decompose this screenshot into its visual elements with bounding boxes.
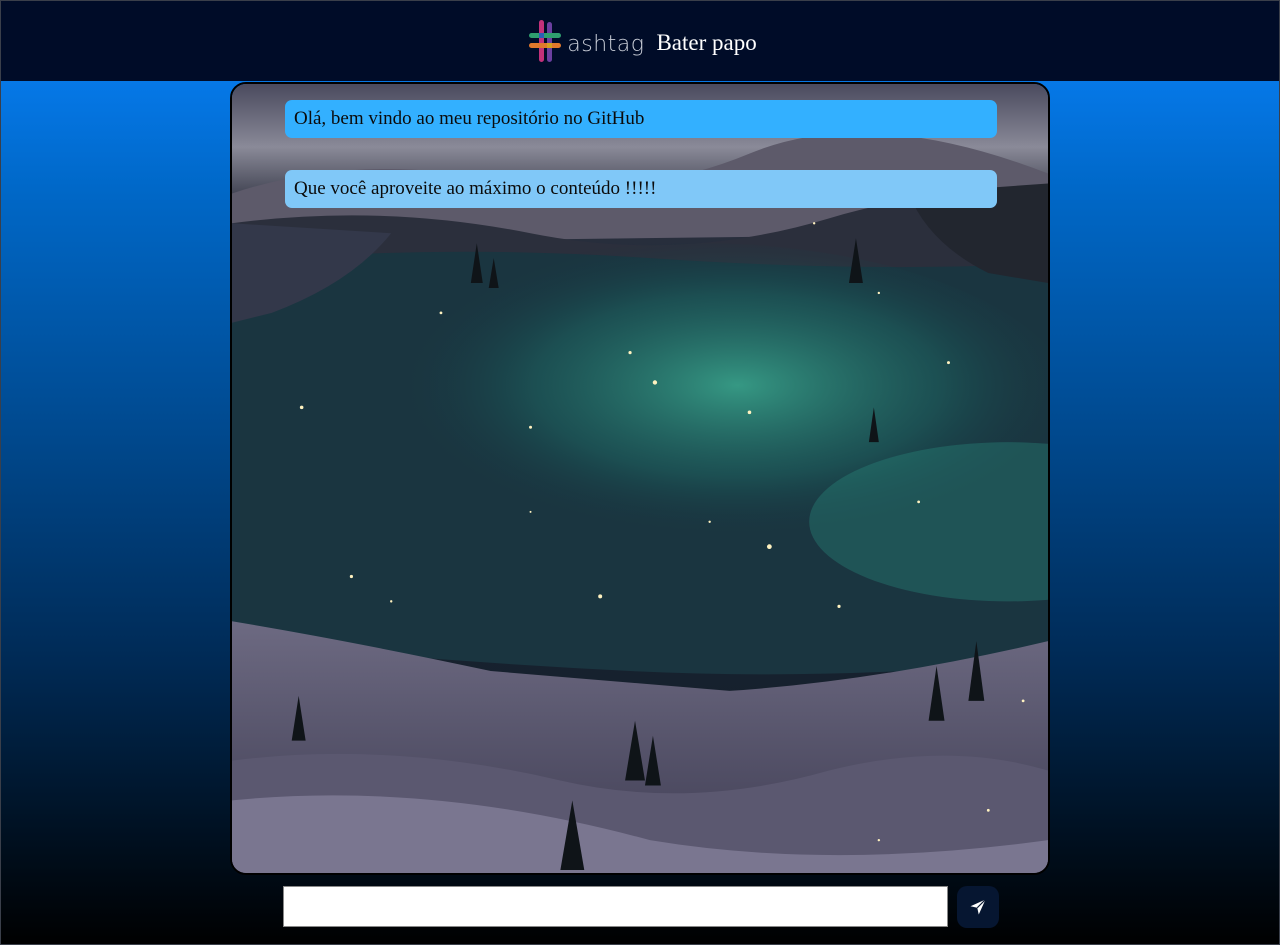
message-composer <box>283 886 999 928</box>
logo-wordmark: ashtag <box>567 31 645 57</box>
message-bubble: Que você aproveite ao máximo o conteúdo … <box>285 170 997 208</box>
header-bar: ashtag Bater papo <box>1 1 1279 81</box>
message-list: Olá, bem vindo ao meu repositório no Git… <box>285 100 997 240</box>
page-title: Bater papo <box>656 30 757 55</box>
brand: ashtag Bater papo <box>527 18 757 64</box>
message-input[interactable] <box>283 886 948 927</box>
hashtag-logo-icon <box>527 18 563 64</box>
message-bubble: Olá, bem vindo ao meu repositório no Git… <box>285 100 997 138</box>
paper-plane-icon <box>969 898 987 916</box>
send-button[interactable] <box>957 886 999 928</box>
chat-window: Olá, bem vindo ao meu repositório no Git… <box>230 82 1050 875</box>
